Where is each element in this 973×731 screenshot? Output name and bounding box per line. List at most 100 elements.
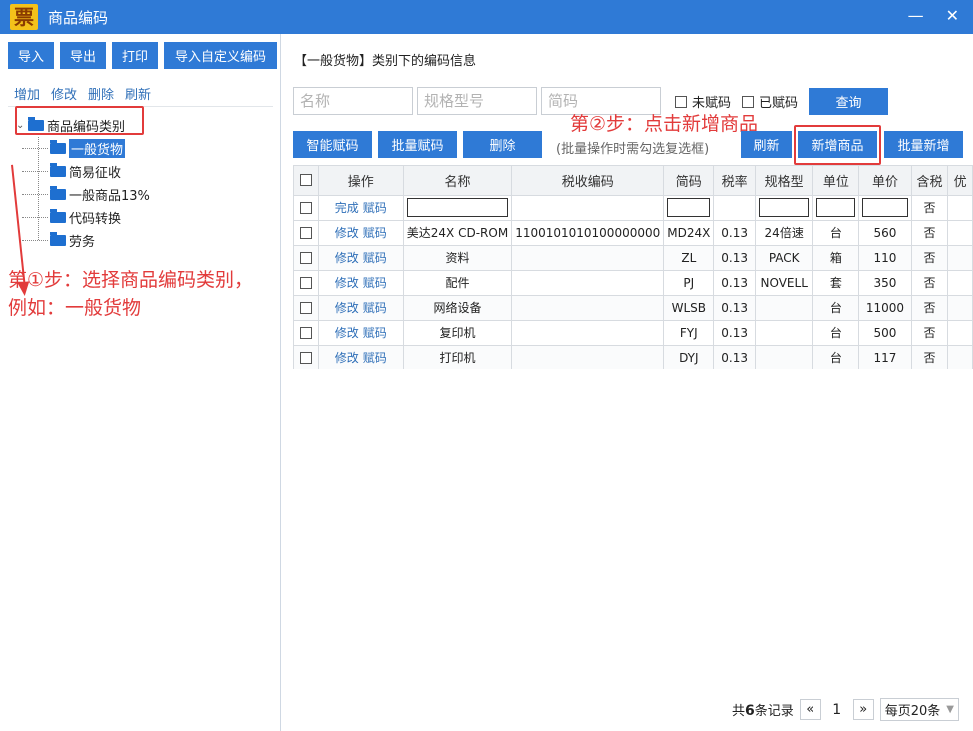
row-checkbox[interactable]: [294, 320, 319, 346]
row-ops: 修改 赋码: [318, 345, 404, 369]
new-spec-input[interactable]: [758, 198, 810, 217]
cell-spec: [755, 345, 814, 369]
checkbox-icon[interactable]: [299, 352, 312, 364]
row-checkbox[interactable]: [294, 345, 319, 369]
table-row[interactable]: 修改 赋码 网络设备 WLSB 0.13 台 11000 否: [294, 295, 973, 321]
tree-refresh-link[interactable]: 刷新: [125, 84, 151, 103]
close-icon[interactable]: ✕: [946, 6, 959, 26]
edit-link[interactable]: 修改: [335, 276, 359, 290]
cell-unit: 台: [812, 295, 860, 321]
col-header-ops: 操作: [318, 166, 404, 196]
print-button[interactable]: 打印: [112, 42, 159, 69]
table-row[interactable]: 修改 赋码 配件 PJ 0.13 NOVELL 套 350 否: [294, 270, 973, 296]
folder-icon: [50, 232, 66, 246]
cell-short-code: FYJ: [663, 320, 715, 346]
next-page-button[interactable]: »: [852, 699, 874, 720]
tree-edit-link[interactable]: 修改: [51, 84, 77, 103]
tree-item-general-13[interactable]: 一般商品13%: [16, 183, 150, 206]
table-row[interactable]: 修改 赋码 复印机 FYJ 0.13 台 500 否: [294, 320, 973, 346]
row-checkbox[interactable]: [294, 195, 319, 221]
row-checkbox[interactable]: [294, 270, 319, 296]
edit-link[interactable]: 修改: [335, 301, 359, 315]
cell-spec: NOVELL: [755, 270, 814, 296]
checkbox-icon[interactable]: [299, 277, 312, 289]
current-page[interactable]: 1: [827, 702, 847, 718]
assign-link[interactable]: 赋码: [363, 201, 387, 215]
batch-assign-button[interactable]: 批量赋码: [378, 131, 457, 158]
cell-price: 350: [858, 270, 912, 296]
done-link[interactable]: 完成: [335, 201, 359, 215]
prev-page-button[interactable]: «: [799, 699, 821, 720]
new-price-input[interactable]: [862, 198, 908, 217]
refresh-button[interactable]: 刷新: [741, 131, 792, 158]
edit-link[interactable]: 修改: [335, 351, 359, 365]
row-checkbox[interactable]: [294, 220, 319, 246]
edit-link[interactable]: 修改: [335, 251, 359, 265]
page-size-select[interactable]: 每页20条 ▼: [879, 698, 959, 721]
cell-name: 资料: [403, 245, 513, 271]
cell-name: 复印机: [403, 320, 513, 346]
cell-spec: PACK: [755, 245, 814, 271]
edit-link[interactable]: 修改: [335, 326, 359, 340]
tree-item-labor[interactable]: 劳务: [16, 229, 150, 252]
folder-icon: [50, 186, 66, 200]
table-row[interactable]: 修改 赋码 打印机 DYJ 0.13 台 117 否: [294, 345, 973, 369]
checkbox-icon[interactable]: [299, 252, 312, 264]
delete-button[interactable]: 删除: [463, 131, 542, 158]
checkbox-icon[interactable]: [299, 302, 312, 314]
smart-assign-button[interactable]: 智能赋码: [293, 131, 372, 158]
cell-spec: [755, 320, 814, 346]
annotation-step1: 第①步：选择商品编码类别， 例如：一般货物: [8, 269, 254, 319]
checkbox-icon[interactable]: [742, 95, 754, 108]
checkbox-icon[interactable]: [299, 202, 312, 214]
assign-link[interactable]: 赋码: [363, 226, 387, 240]
import-button[interactable]: 导入: [8, 42, 55, 69]
checkbox-label: 已赋码: [759, 96, 799, 111]
table-row[interactable]: 修改 赋码 资料 ZL 0.13 PACK 箱 110 否: [294, 245, 973, 271]
assign-link[interactable]: 赋码: [363, 301, 387, 315]
checkbox-icon[interactable]: [299, 327, 312, 339]
name-search-input[interactable]: [293, 87, 413, 115]
new-short-code-input[interactable]: [667, 198, 711, 217]
new-name-input[interactable]: [406, 198, 509, 217]
edit-link[interactable]: 修改: [335, 226, 359, 240]
record-count: 共6条记录: [731, 703, 794, 719]
row-ops: 修改 赋码: [318, 220, 404, 246]
checkbox-icon[interactable]: [675, 95, 687, 108]
minimize-icon[interactable]: —: [908, 6, 924, 26]
tree-item-code-conversion[interactable]: 代码转换: [16, 206, 150, 229]
query-button[interactable]: 查询: [809, 88, 888, 115]
tax-included-cell[interactable]: 否: [911, 195, 949, 221]
new-unit-input[interactable]: [816, 198, 856, 217]
cell-tax-rate: 0.13: [713, 295, 756, 321]
col-header-tax-included: 含税: [911, 166, 949, 196]
row-checkbox[interactable]: [294, 295, 319, 321]
folder-icon: [50, 209, 66, 223]
annotation-highlight-add: [794, 125, 881, 165]
empty-cell: [947, 345, 973, 369]
tree-delete-link[interactable]: 删除: [88, 84, 114, 103]
table-row[interactable]: 修改 赋码 美达24X CD-ROM 1100101010100000000 MD24X…: [294, 220, 973, 246]
import-custom-code-button[interactable]: 导入自定义编码: [164, 42, 278, 69]
row-checkbox[interactable]: [294, 245, 319, 271]
empty-cell: [511, 195, 665, 221]
spec-search-input[interactable]: [417, 87, 537, 115]
cell-tax-included: 否: [911, 345, 949, 369]
checkbox-icon[interactable]: [299, 174, 312, 187]
cell-price: 500: [858, 320, 912, 346]
cell-name: 打印机: [403, 345, 513, 369]
tree-add-link[interactable]: 增加: [14, 84, 40, 103]
empty-cell: [947, 295, 973, 321]
checkbox-icon[interactable]: [299, 227, 312, 239]
export-button[interactable]: 导出: [60, 42, 107, 69]
batch-add-button[interactable]: 批量新增: [884, 131, 963, 158]
assign-link[interactable]: 赋码: [363, 326, 387, 340]
tree-item-general-goods[interactable]: 一般货物: [16, 137, 150, 160]
table-body: 修改 赋码 美达24X CD-ROM 1100101010100000000 MD24X…: [294, 220, 973, 369]
assign-link[interactable]: 赋码: [363, 251, 387, 265]
cell-tax-included: 否: [911, 220, 949, 246]
assign-link[interactable]: 赋码: [363, 276, 387, 290]
select-all-checkbox[interactable]: [294, 166, 319, 196]
assign-link[interactable]: 赋码: [363, 351, 387, 365]
tree-item-simple-levy[interactable]: 简易征收: [16, 160, 150, 183]
